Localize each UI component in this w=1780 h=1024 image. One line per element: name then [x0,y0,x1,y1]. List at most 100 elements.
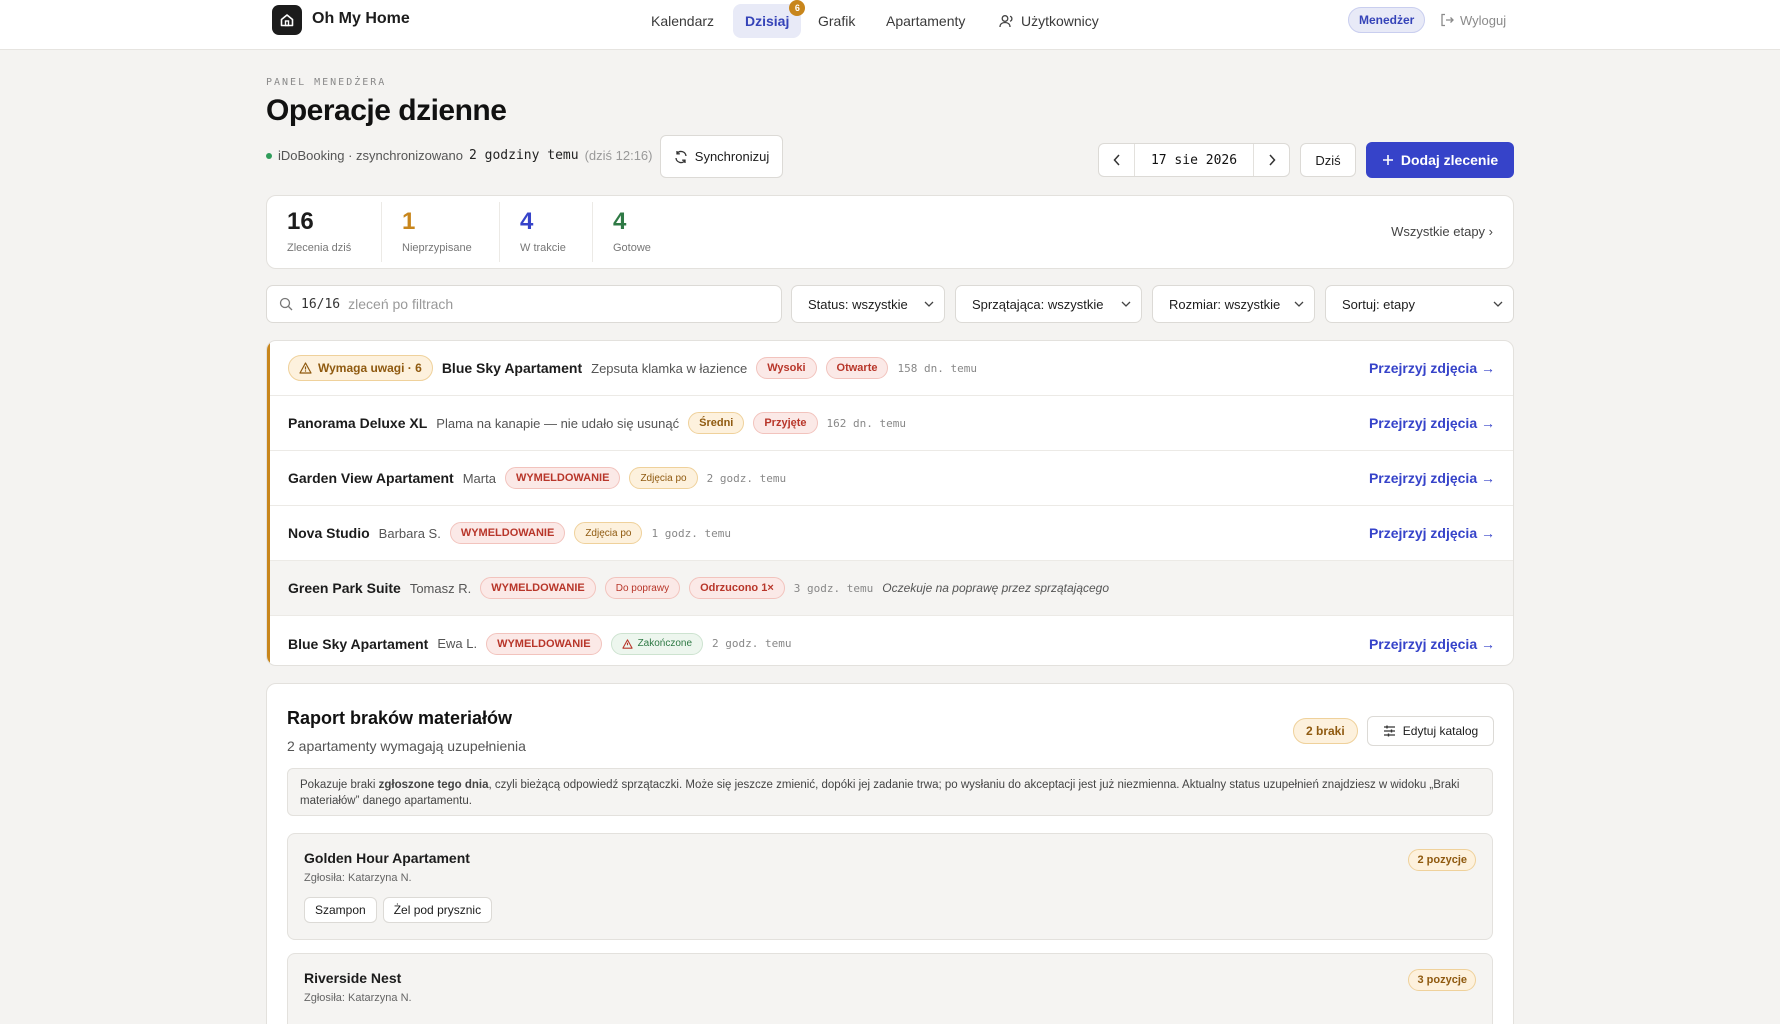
apartment-name: Nova Studio [288,525,370,541]
all-stages-link[interactable]: Wszystkie etapy › [1391,224,1493,239]
select-value: Sprzątająca: wszystkie [972,296,1104,312]
add-order-button[interactable]: Dodaj zlecenie [1366,142,1514,178]
apartment-shortage-card[interactable]: Golden Hour Apartament Zgłosiła: Katarzy… [287,833,1493,940]
search-placeholder: zleceń po filtrach [348,296,454,312]
nav-label: Kalendarz [651,13,715,29]
type-badge: WYMELDOWANIE [480,577,596,599]
chevron-right-icon [1268,154,1276,166]
today-label: Dziś [1315,152,1341,168]
review-photos-link[interactable]: Przejrzyj zdjęcia → [1369,360,1495,376]
nav-apartamenty[interactable]: Apartamenty [874,4,977,38]
shortage-count-badge: 2 braki [1293,718,1358,744]
rejected-badge: Odrzucono 1× [689,577,785,599]
priority-badge: Wysoki [756,357,817,379]
nav-kalendarz[interactable]: Kalendarz [639,4,726,38]
select-value: Rozmiar: wszystkie [1169,296,1281,312]
review-photos-link[interactable]: Przejrzyj zdjęcia → [1369,525,1495,541]
materials-report: Raport braków materiałów 2 apartamenty w… [266,683,1514,1024]
task-row[interactable]: Garden View Apartament Marta WYMELDOWANI… [270,451,1513,506]
add-order-label: Dodaj zlecenie [1400,152,1499,168]
task-description: Zepsuta klamka w łazience [591,360,748,376]
stage-badge: Zakończone [610,632,704,655]
task-row[interactable]: Green Park Suite Tomasz R. WYMELDOWANIE … [270,561,1513,616]
time-ago: 158 dn. temu [897,361,977,375]
logout-label: Wyloguj [1460,12,1507,28]
time-ago: 1 godz. temu [651,526,731,540]
items-count-badge: 3 pozycje [1408,969,1476,991]
plus-icon [1382,155,1393,165]
time-ago: 2 godz. temu [712,637,792,650]
cleaner-name: Tomasz R. [409,580,472,596]
waiting-note: Oczekuje na poprawę przez sprzątającego [882,581,1110,595]
apartment-name: Blue Sky Apartament [441,360,583,376]
chevron-down-icon [924,301,934,307]
page-eyebrow: PANEL MENEDŻERA [266,77,387,88]
task-description: Plama na kanapie — nie udało się usunąć [436,415,680,431]
type-badge: WYMELDOWANIE [449,522,566,544]
task-row[interactable]: Wymaga uwagi · 6 Blue Sky Apartament Zep… [270,341,1513,396]
task-row[interactable]: Nova Studio Barbara S. WYMELDOWANIE Zdję… [270,506,1513,561]
status-dot-icon [266,152,272,159]
nav-grafik[interactable]: Grafik [806,4,867,38]
apartment-name: Garden View Apartament [288,470,454,486]
apartment-name: Blue Sky Apartament [288,635,429,652]
size-select[interactable]: Rozmiar: wszystkie [1152,285,1315,323]
sync-time: (dziś 12:16) [584,148,653,163]
page-title: Operacje dzienne [266,94,507,127]
next-day-button[interactable] [1253,144,1289,176]
status-badge: Otwarte [825,357,889,379]
brand-name[interactable]: Oh My Home [312,10,410,28]
task-row[interactable]: Panorama Deluxe XL Plama na kanapie — ni… [270,396,1513,451]
review-photos-link[interactable]: Przejrzyj zdjęcia → [1369,415,1495,431]
task-list: Wymaga uwagi · 6 Blue Sky Apartament Zep… [266,340,1514,666]
item-chip: Żel pod prysznic [382,897,493,923]
items-list: Szampon Żel pod prysznic [304,897,493,923]
time-ago: 2 godz. temu [706,471,787,485]
status-badge: Przyjęte [753,412,818,434]
search-input[interactable]: 16/16 zleceń po filtrach [266,285,782,323]
cleaner-select[interactable]: Sprzątająca: wszystkie [955,285,1142,323]
sync-ago: 2 godziny temu [468,148,579,163]
today-button[interactable]: Dziś [1300,143,1356,177]
apartment-name: Panorama Deluxe XL [288,415,428,431]
report-subtitle: 2 apartamenty wymagają uzupełnienia [287,738,526,754]
stat-label: Zlecenia dziś [287,242,352,254]
logout-button[interactable]: Wyloguj [1440,7,1506,33]
nav-label: Użytkownicy [1021,13,1099,29]
stat-value: 4 [520,208,534,235]
nav-uzytkownicy[interactable]: Użytkownicy [987,4,1111,38]
stat-value: 1 [402,208,416,235]
apartment-name: Golden Hour Apartament [304,850,470,866]
chevron-left-icon [1112,154,1120,166]
report-title: Raport braków materiałów [287,708,513,728]
sync-button[interactable]: Synchronizuj [660,135,783,178]
home-logo-icon[interactable] [272,5,302,35]
apartment-shortage-card[interactable]: Riverside Nest Zgłosiła: Katarzyna N. 3 … [287,953,1493,1024]
reporter: Zgłosiła: Katarzyna N. [304,992,412,1004]
stage-badge: Zdjęcia po [574,522,643,544]
sync-button-label: Synchronizuj [694,149,770,164]
chevron-down-icon [1493,301,1503,307]
edit-catalog-button[interactable]: Edytuj katalog [1367,716,1494,746]
top-bar: Oh My Home Kalendarz Dzisiaj 6 Grafik Apa… [0,0,1780,50]
nav-label: Dzisiaj [745,13,790,29]
prev-day-button[interactable] [1099,144,1135,176]
time-ago: 162 dn. temu [826,416,907,430]
info-text: Pokazuje braki [300,779,379,791]
stat-done[interactable]: 4 Gotowe [593,196,671,268]
nav-dzisiaj[interactable]: Dzisiaj 6 [733,0,806,38]
stat-label: W trakcie [520,242,566,254]
status-select[interactable]: Status: wszystkie [791,285,945,323]
current-date[interactable]: 17 sie 2026 [1151,153,1237,168]
stat-unassigned[interactable]: 1 Nieprzypisane [382,196,492,268]
stat-total[interactable]: 16 Zlecenia dziś [267,196,371,268]
review-photos-link[interactable]: Przejrzyj zdjęcia → [1369,470,1495,486]
task-row[interactable]: Blue Sky Apartament Ewa L. WYMELDOWANIE … [270,616,1513,665]
nav-label: Grafik [818,13,856,29]
review-photos-link[interactable]: Przejrzyj zdjęcia → [1369,636,1495,652]
info-highlight: zgłoszone tego dnia [378,779,489,791]
stage-badge: Zdjęcia po [629,467,698,489]
sort-select[interactable]: Sortuj: etapy [1325,285,1514,323]
warning-icon [299,362,312,374]
stat-in-progress[interactable]: 4 W trakcie [500,196,586,268]
